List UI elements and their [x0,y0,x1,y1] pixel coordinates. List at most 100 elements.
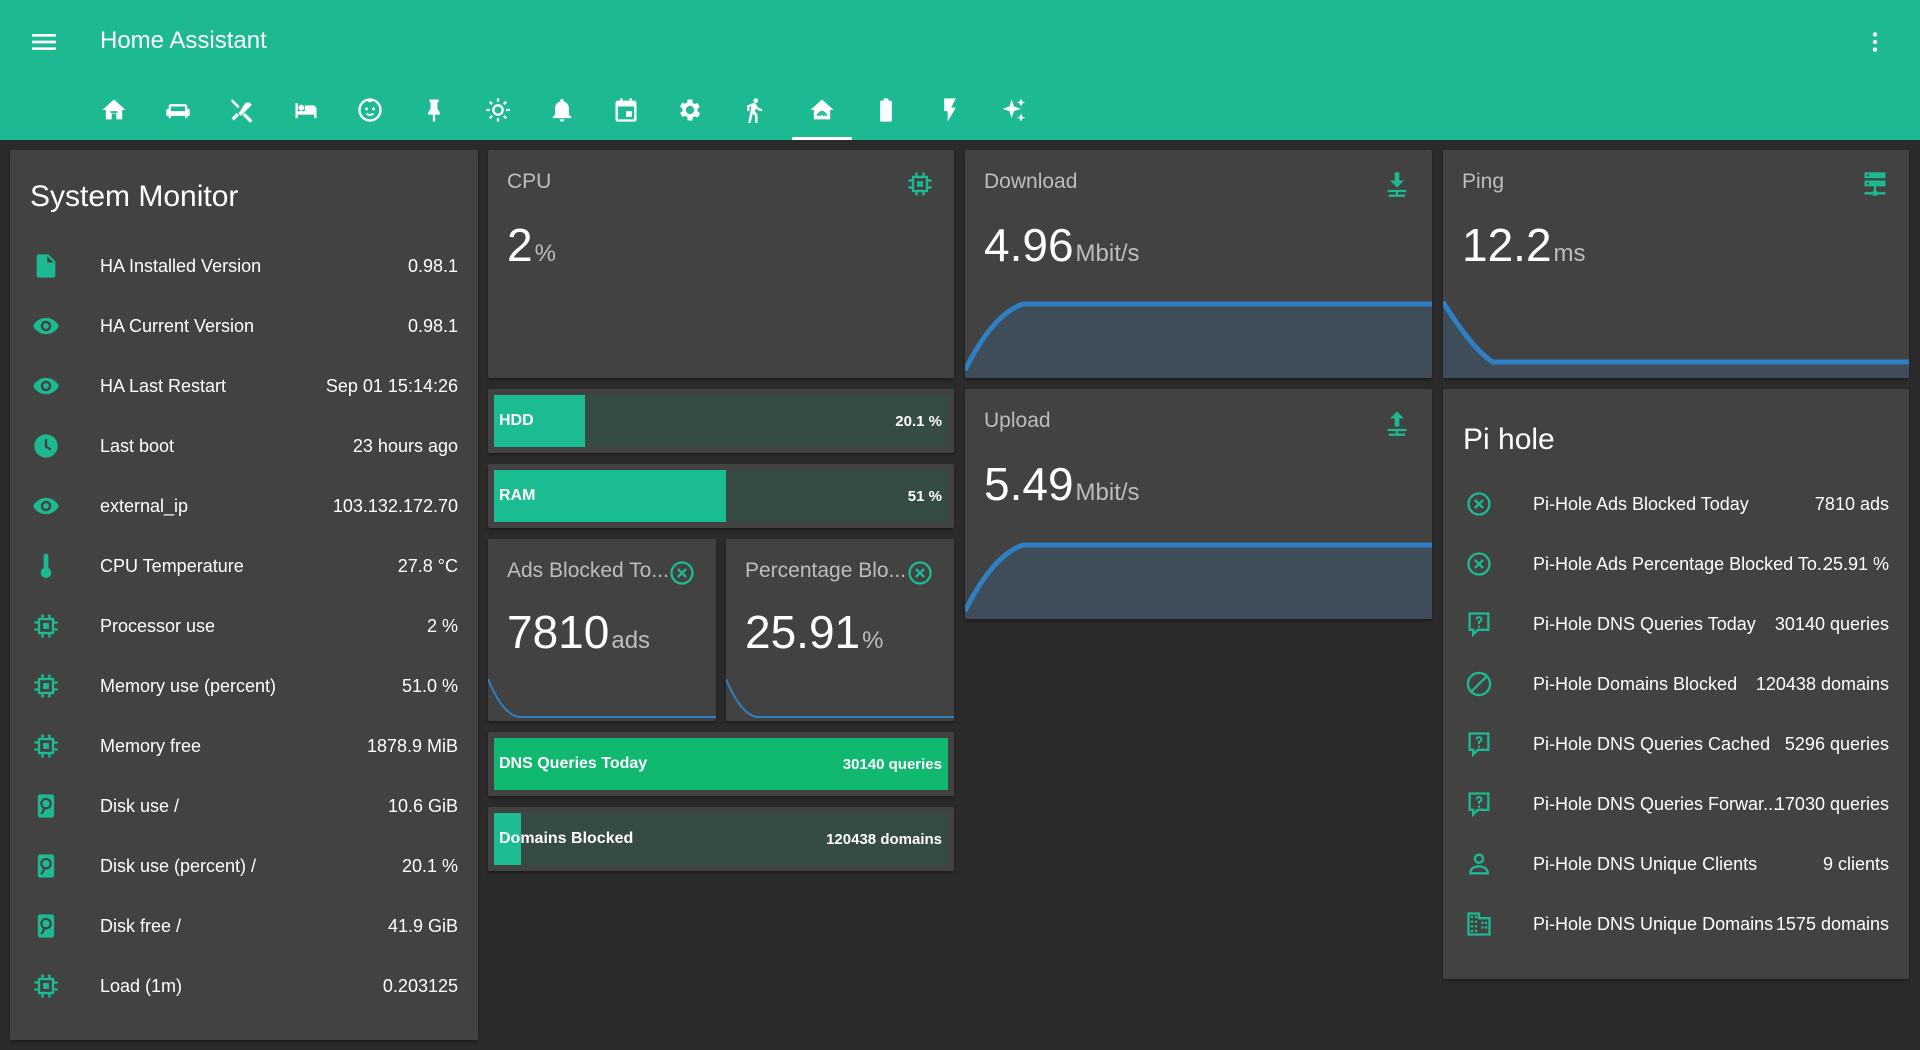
entity-name: Processor use [100,616,216,636]
entity-row[interactable]: Pi-Hole DNS Unique Domains 1575 domains [1443,894,1909,954]
sensor-name: Ads Blocked To... [507,559,669,582]
tab-energy[interactable] [920,88,980,140]
bar-track: HDD 20.1 % [494,395,948,447]
comment-question-icon [1468,612,1490,638]
close-circle-icon [670,561,694,585]
sensor-name: Percentage Blo... [745,559,907,582]
tab-bedroom[interactable] [276,88,336,140]
sensor-name: Upload [984,409,1051,432]
download-sensor-card[interactable]: Download 4.96Mbit/s [965,150,1432,378]
app-header: Home Assistant [0,0,1920,140]
entity-value: 23 hours ago [352,436,458,456]
entity-value: 17030 queries [1774,794,1889,814]
domains-blocked-bar-card[interactable]: Domains Blocked 120438 domains [488,807,954,871]
clock-icon [34,434,58,458]
entity-row[interactable]: Disk use / 10.6 GiB [10,776,478,836]
app-title: Home Assistant [100,27,267,54]
entity-row[interactable]: external_ip 103.132.172.70 [10,476,478,536]
tab-lights[interactable] [468,88,528,140]
more-options-button[interactable] [1862,26,1888,58]
entity-row[interactable]: Disk free / 41.9 GiB [10,896,478,956]
entity-row[interactable]: CPU Temperature 27.8 °C [10,536,478,596]
tab-kids[interactable] [340,88,400,140]
chip-icon [34,974,58,998]
tab-calendar[interactable] [596,88,656,140]
tab-kitchen[interactable] [212,88,272,140]
battery-icon [880,98,892,122]
entity-row[interactable]: Pi-Hole Ads Blocked Today 7810 ads [1443,474,1909,534]
tab-home-automation[interactable] [792,88,852,140]
entity-row[interactable]: HA Last Restart Sep 01 15:14:26 [10,356,478,416]
close-circle-icon [908,561,932,585]
entity-value: 1575 domains [1775,914,1889,934]
tab-living-room[interactable] [148,88,208,140]
walk-icon [747,98,763,123]
dns-queries-bar-card[interactable]: DNS Queries Today 30140 queries [488,732,954,796]
entity-row[interactable]: Memory use (percent) 51.0 % [10,656,478,716]
entity-row[interactable]: Pi-Hole DNS Queries Forwar... 17030 quer… [1443,774,1909,834]
tab-scenes[interactable] [984,88,1044,140]
entity-row[interactable]: Load (1m) 0.203125 [10,956,478,1016]
harddisk-icon [37,794,55,818]
entity-value: Sep 01 15:14:26 [325,376,458,396]
entity-value: 120438 domains [1755,674,1889,694]
value-number: 4.96 [984,219,1074,271]
ads-blocked-sensor-card[interactable]: Ads Blocked To... 7810ads [488,539,716,721]
tab-home[interactable] [84,88,144,140]
menu-button[interactable] [28,26,60,58]
entity-row[interactable]: Pi-Hole DNS Queries Cached 5296 queries [1443,714,1909,774]
pin-icon [428,99,440,122]
entity-row[interactable]: Processor use 2 % [10,596,478,656]
tab-activity[interactable] [724,88,784,140]
entity-row[interactable]: Pi-Hole Ads Percentage Blocked To... 25.… [1443,534,1909,594]
entity-row[interactable]: Memory free 1878.9 MiB [10,716,478,776]
history-graph [726,678,954,718]
entity-name: Memory use (percent) [100,676,277,696]
tab-battery[interactable] [856,88,916,140]
entity-value: 0.98.1 [407,316,458,336]
entity-value: 103.132.172.70 [332,496,458,516]
utensils-icon [231,99,253,123]
settings-icon [679,99,701,121]
ping-sensor-card[interactable]: Ping 12.2ms [1443,150,1909,378]
sensor-value: 12.2ms [1462,218,1586,272]
entity-row[interactable]: HA Current Version 0.98.1 [10,296,478,356]
eye-icon [33,317,59,335]
tab-alerts[interactable] [532,88,592,140]
ram-bar-card[interactable]: RAM 51 % [488,464,954,528]
entity-value: 5296 queries [1784,734,1889,754]
tab-pinned[interactable] [404,88,464,140]
bell-icon [552,98,572,122]
card-title: Pi hole [1463,423,1555,456]
entity-row[interactable]: Pi-Hole DNS Queries Today 30140 queries [1443,594,1909,654]
hdd-bar-card[interactable]: HDD 20.1 % [488,389,954,453]
entity-name: Disk use / [100,796,180,816]
baby-face-icon [358,98,382,122]
percentage-blocked-sensor-card[interactable]: Percentage Blo... 25.91% [726,539,954,721]
value-number: 5.49 [984,458,1074,510]
history-graph [1443,300,1909,378]
bed-icon [295,103,317,119]
chip-icon [34,674,58,698]
entity-name: Last boot [100,436,175,456]
entity-name: Pi-Hole Ads Blocked Today [1533,494,1749,514]
comment-question-icon [1468,792,1490,818]
value-unit: ads [611,627,651,654]
tab-settings[interactable] [660,88,720,140]
entity-value: 41.9 GiB [387,916,458,936]
sensor-name: CPU [507,170,552,193]
cpu-sensor-card[interactable]: CPU 2% [488,150,954,378]
upload-network-icon [1387,411,1407,436]
value-number: 2 [507,219,533,271]
entity-row[interactable]: Pi-Hole Domains Blocked 120438 domains [1443,654,1909,714]
eye-icon [33,377,59,395]
entity-row[interactable]: Pi-Hole DNS Unique Clients 9 clients [1443,834,1909,894]
home-icon [102,99,126,120]
entity-row[interactable]: Last boot 23 hours ago [10,416,478,476]
entity-row[interactable]: HA Installed Version 0.98.1 [10,236,478,296]
history-graph [965,301,1432,378]
upload-sensor-card[interactable]: Upload 5.49Mbit/s [965,389,1432,619]
bar-label: Domains Blocked [499,830,634,847]
file-icon [36,254,56,278]
entity-row[interactable]: Disk use (percent) / 20.1 % [10,836,478,896]
